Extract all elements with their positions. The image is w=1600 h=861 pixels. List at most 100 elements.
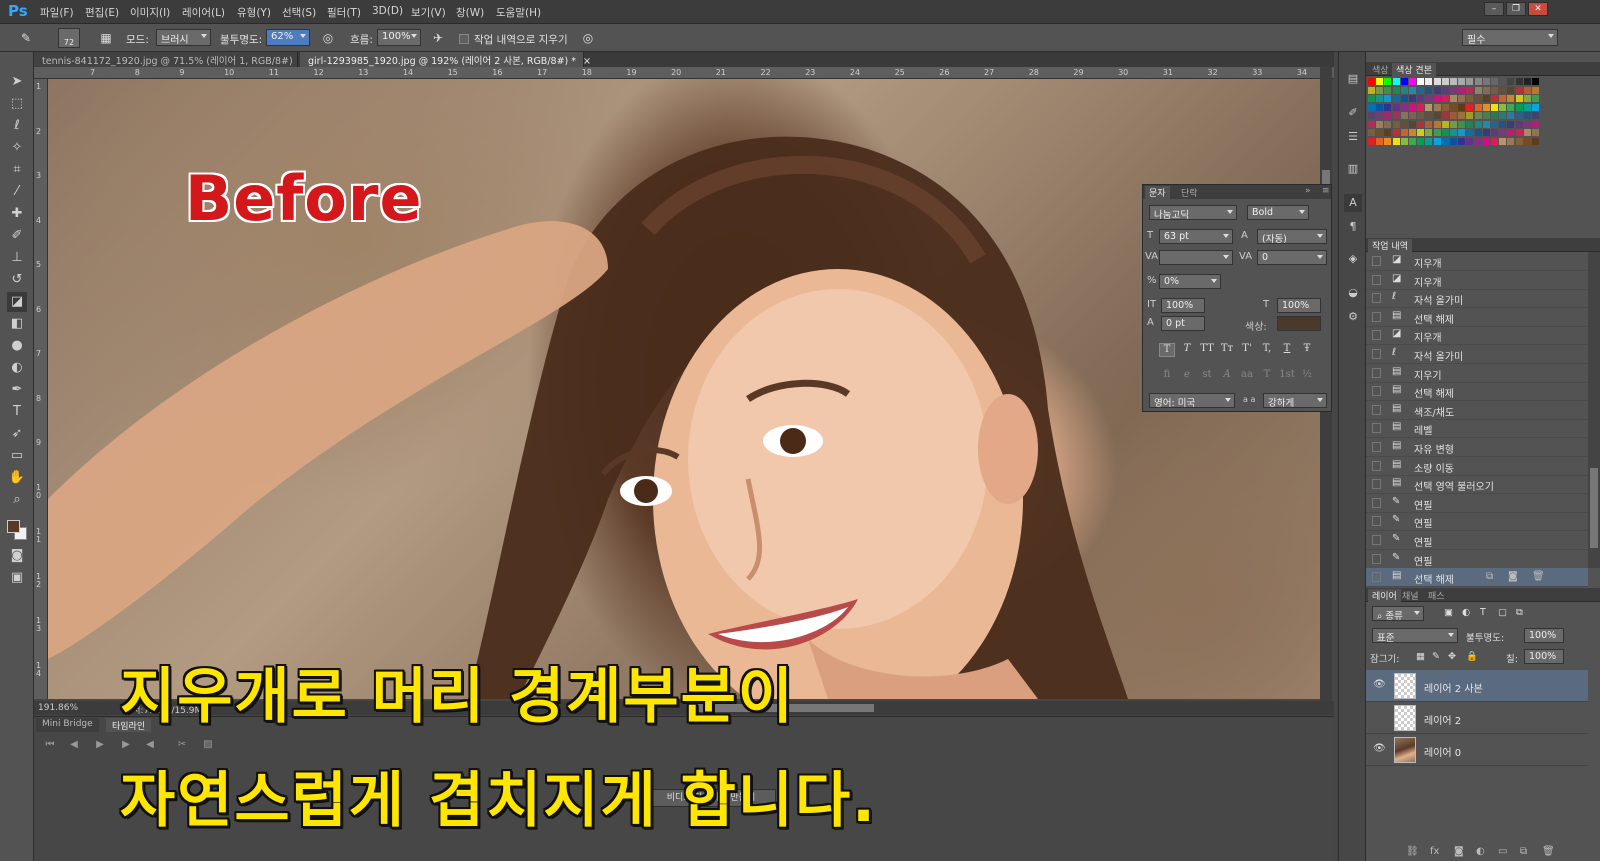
maximize-button[interactable]: ❐: [1506, 2, 1526, 16]
color-swatch[interactable]: [1450, 120, 1457, 128]
filter-pixel-icon[interactable]: ▣: [1444, 607, 1453, 618]
color-swatch[interactable]: [1499, 129, 1507, 136]
history-item[interactable]: ✎ 연필: [1366, 550, 1588, 569]
collapse-icon[interactable]: »: [1301, 186, 1315, 196]
crop-tool-icon[interactable]: ⌗: [7, 160, 27, 180]
discretionary-ligature-button[interactable]: ℯ: [1179, 369, 1195, 383]
color-swatch[interactable]: [1458, 137, 1466, 145]
color-swatch[interactable]: [1515, 103, 1523, 111]
color-swatch[interactable]: [1466, 86, 1474, 94]
color-swatch[interactable]: [1474, 95, 1482, 102]
3d-panel-icon[interactable]: ◈: [1344, 250, 1362, 268]
history-item[interactable]: ✎ 연필: [1366, 512, 1588, 532]
color-swatch[interactable]: [1458, 129, 1466, 136]
color-swatch[interactable]: [1466, 120, 1474, 128]
color-swatch[interactable]: [1499, 112, 1507, 119]
history-snapshot-box[interactable]: [1372, 404, 1381, 415]
baseline-input[interactable]: 0 pt: [1161, 316, 1205, 331]
blur-tool-icon[interactable]: ●: [7, 336, 27, 356]
pressure-size-icon[interactable]: ◎: [580, 30, 596, 46]
tab-paragraph[interactable]: 단락: [1177, 186, 1202, 199]
color-swatch[interactable]: [1425, 78, 1433, 85]
color-swatch[interactable]: [1450, 95, 1457, 102]
play-icon[interactable]: ▶: [92, 739, 108, 755]
color-swatch[interactable]: [1491, 129, 1498, 136]
history-snapshot-box[interactable]: [1372, 293, 1381, 304]
menu-filter[interactable]: 필터(T): [327, 5, 361, 20]
filter-shape-icon[interactable]: ▢: [1498, 607, 1507, 618]
filter-smart-icon[interactable]: ⧉: [1516, 607, 1523, 618]
color-swatch[interactable]: [1474, 112, 1482, 119]
color-swatch[interactable]: [1368, 103, 1375, 111]
color-swatch[interactable]: [1376, 137, 1384, 145]
color-swatch[interactable]: [1433, 86, 1441, 94]
tab-tennis[interactable]: tennis-841172_1920.jpg @ 71.5% (레이어 1, R…: [34, 52, 308, 67]
opacity-input[interactable]: 62%: [266, 29, 310, 46]
shape-tool-icon[interactable]: ▭: [7, 446, 27, 466]
color-swatch[interactable]: [1450, 86, 1457, 94]
color-swatch[interactable]: [1368, 129, 1375, 136]
antialias-select[interactable]: 강하게: [1263, 393, 1327, 408]
quick-select-tool-icon[interactable]: ✧: [7, 138, 27, 158]
info-panel-icon[interactable]: ▥: [1344, 160, 1362, 178]
eraser-tool-icon[interactable]: ◪: [7, 292, 27, 312]
faux-bold-button[interactable]: T: [1159, 343, 1175, 357]
faux-italic-button[interactable]: T: [1179, 343, 1195, 357]
color-swatch[interactable]: [1392, 103, 1400, 111]
color-swatch[interactable]: [1466, 112, 1474, 119]
color-swatch[interactable]: [1515, 95, 1523, 102]
ordinals-button[interactable]: 1st: [1279, 369, 1295, 383]
color-swatch[interactable]: [1474, 120, 1482, 128]
prev-frame-icon[interactable]: ◀: [66, 739, 82, 755]
eyedropper-tool-icon[interactable]: ⁄: [7, 182, 27, 202]
color-swatch[interactable]: [1507, 137, 1515, 145]
color-swatch[interactable]: [1384, 137, 1392, 145]
color-swatch[interactable]: [1425, 103, 1433, 111]
color-swatch[interactable]: [1409, 78, 1416, 85]
color-swatch[interactable]: [1400, 78, 1408, 85]
color-swatch[interactable]: [1417, 95, 1425, 102]
menu-image[interactable]: 이미지(I): [130, 5, 170, 20]
fractions-button[interactable]: ½: [1299, 369, 1315, 383]
brush-panel-icon[interactable]: ▦: [98, 30, 114, 46]
color-swatch[interactable]: [1474, 137, 1482, 145]
history-item[interactable]: ✎ 연필: [1366, 531, 1588, 550]
history-snapshot-box[interactable]: [1372, 516, 1381, 527]
pen-tool-icon[interactable]: ✒: [7, 380, 27, 400]
color-swatch[interactable]: [1417, 112, 1425, 119]
small-caps-button[interactable]: Tт: [1219, 343, 1235, 357]
color-swatch[interactable]: [1425, 112, 1433, 119]
menu-layer[interactable]: 레이어(L): [182, 5, 225, 20]
color-swatch[interactable]: [1392, 86, 1400, 94]
history-item[interactable]: ℓ 자석 올가미: [1366, 289, 1588, 309]
color-swatch[interactable]: [1474, 78, 1482, 85]
color-swatch[interactable]: [1433, 137, 1441, 145]
color-swatch[interactable]: [1441, 137, 1449, 145]
history-snapshot-box[interactable]: [1372, 535, 1381, 545]
color-swatch[interactable]: [1507, 129, 1515, 136]
color-swatch[interactable]: [1515, 137, 1523, 145]
color-swatch[interactable]: [1417, 120, 1425, 128]
history-snapshot-box[interactable]: [1372, 479, 1381, 490]
superscript-button[interactable]: T': [1239, 343, 1255, 357]
quick-mask-icon[interactable]: ◙: [7, 546, 27, 566]
tsume-input[interactable]: 0%: [1159, 274, 1221, 289]
delete-layer-icon[interactable]: 🗑: [1542, 846, 1555, 857]
history-snapshot-box[interactable]: [1372, 367, 1381, 378]
color-swatch[interactable]: [1523, 137, 1531, 145]
character-panel-icon[interactable]: A: [1344, 194, 1362, 212]
history-snapshot-box[interactable]: [1372, 423, 1381, 434]
layer-row[interactable]: 레이어 2: [1366, 702, 1588, 734]
menu-window[interactable]: 창(W): [456, 5, 484, 20]
history-item[interactable]: ▤ 색조/채도: [1366, 401, 1588, 420]
color-swatch[interactable]: [1532, 120, 1539, 128]
font-size-input[interactable]: 63 pt: [1159, 229, 1233, 244]
history-snapshot-box[interactable]: [1372, 460, 1381, 471]
color-swatch[interactable]: [1532, 103, 1539, 111]
history-panel-icon[interactable]: ▤: [1344, 70, 1362, 88]
color-swatch[interactable]: [1400, 95, 1408, 102]
color-swatch[interactable]: [1523, 78, 1531, 85]
color-swatch[interactable]: [1376, 86, 1384, 94]
lock-transparent-icon[interactable]: ▦: [1416, 651, 1425, 662]
color-swatch[interactable]: [1491, 86, 1498, 94]
